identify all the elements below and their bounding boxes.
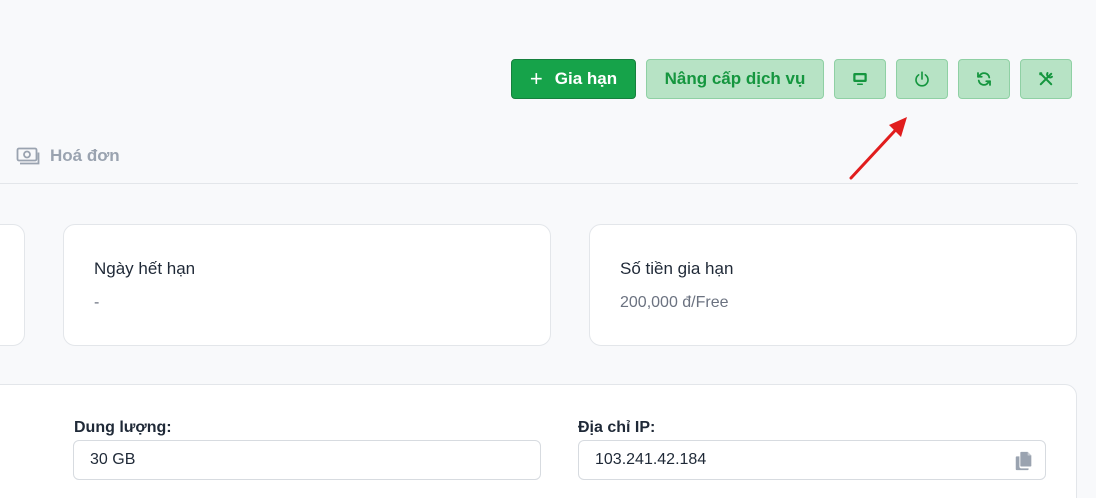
- monitor-icon: [853, 73, 867, 85]
- renew-button[interactable]: + Gia hạn: [511, 59, 636, 99]
- expiry-value: -: [94, 294, 100, 311]
- ip-label: Địa chỉ IP:: [578, 419, 656, 436]
- card-partial: [0, 224, 25, 346]
- storage-field[interactable]: 30 GB: [73, 440, 541, 480]
- plus-icon: +: [529, 66, 543, 91]
- console-button[interactable]: [834, 59, 886, 99]
- refresh-icon: [977, 72, 991, 86]
- copy-icon[interactable]: [1013, 450, 1035, 472]
- ip-field[interactable]: 103.241.42.184: [578, 440, 1046, 480]
- storage-label: Dung lượng:: [74, 419, 172, 436]
- tab-invoice-label: Hoá đơn: [50, 146, 120, 165]
- refresh-button[interactable]: [958, 59, 1010, 99]
- ip-value: 103.241.42.184: [595, 451, 707, 468]
- upgrade-service-button[interactable]: Nâng cấp dịch vụ: [646, 59, 824, 99]
- renew-amount-value: 200,000 đ/Free: [620, 294, 729, 311]
- tools-icon: [1039, 72, 1053, 86]
- tab-invoice[interactable]: Hoá đơn: [16, 146, 120, 166]
- annotation-arrow: [849, 117, 907, 180]
- renew-button-label: Gia hạn: [554, 69, 618, 88]
- upgrade-button-label: Nâng cấp dịch vụ: [664, 69, 806, 88]
- power-button[interactable]: [896, 59, 948, 99]
- expiry-title: Ngày hết hạn: [94, 259, 196, 278]
- money-icon: [16, 147, 40, 165]
- renew-amount-title: Số tiền gia hạn: [620, 259, 734, 278]
- storage-value: 30 GB: [90, 451, 136, 468]
- card-expiry-date: Ngày hết hạn -: [63, 224, 551, 346]
- tab-divider: [0, 183, 1078, 184]
- tools-button[interactable]: [1020, 59, 1072, 99]
- card-renew-amount: Số tiền gia hạn 200,000 đ/Free: [589, 224, 1077, 346]
- power-icon: [915, 71, 929, 87]
- page: + Gia hạn Nâng cấp dịch vụ Hoá đơn Ngày …: [0, 0, 1096, 498]
